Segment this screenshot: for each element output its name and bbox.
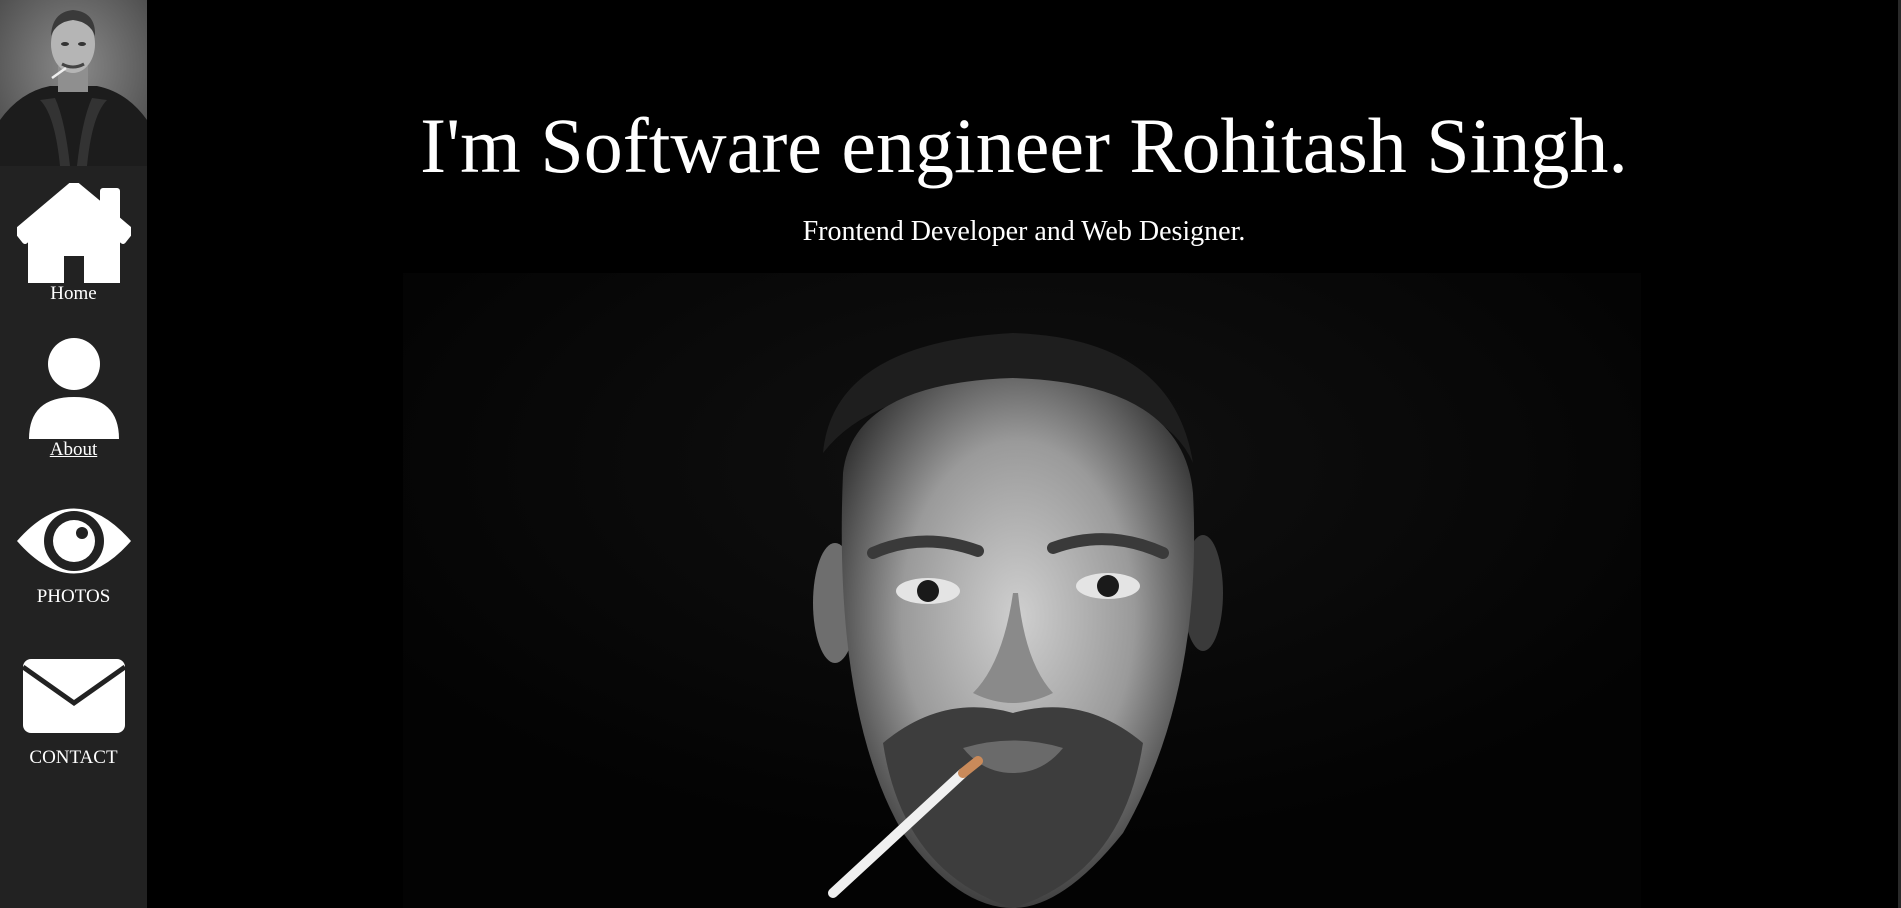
eye-icon bbox=[16, 508, 131, 574]
portrait-photo bbox=[403, 273, 1641, 908]
hero-portrait-image bbox=[403, 273, 1641, 908]
home-icon bbox=[16, 183, 131, 283]
nav-home-label[interactable]: Home bbox=[0, 283, 147, 305]
sidebar: Home About PHOTOS CONTACT bbox=[0, 0, 147, 908]
nav-contact[interactable]: CONTACT bbox=[0, 659, 147, 769]
avatar-portrait bbox=[0, 0, 147, 166]
nav-photos[interactable]: PHOTOS bbox=[0, 496, 147, 608]
nav-about[interactable]: About bbox=[0, 337, 147, 461]
nav-contact-label[interactable]: CONTACT bbox=[0, 747, 147, 769]
nav-about-label[interactable]: About bbox=[0, 439, 147, 461]
nav-photos-label[interactable]: PHOTOS bbox=[0, 586, 147, 608]
user-icon bbox=[28, 338, 119, 439]
avatar[interactable] bbox=[0, 0, 147, 166]
page-title: I'm Software engineer Rohitash Singh. bbox=[420, 102, 1628, 189]
page-subtitle: Frontend Developer and Web Designer. bbox=[802, 216, 1246, 247]
envelope-icon bbox=[22, 659, 125, 733]
nav-home[interactable]: Home bbox=[0, 183, 147, 305]
